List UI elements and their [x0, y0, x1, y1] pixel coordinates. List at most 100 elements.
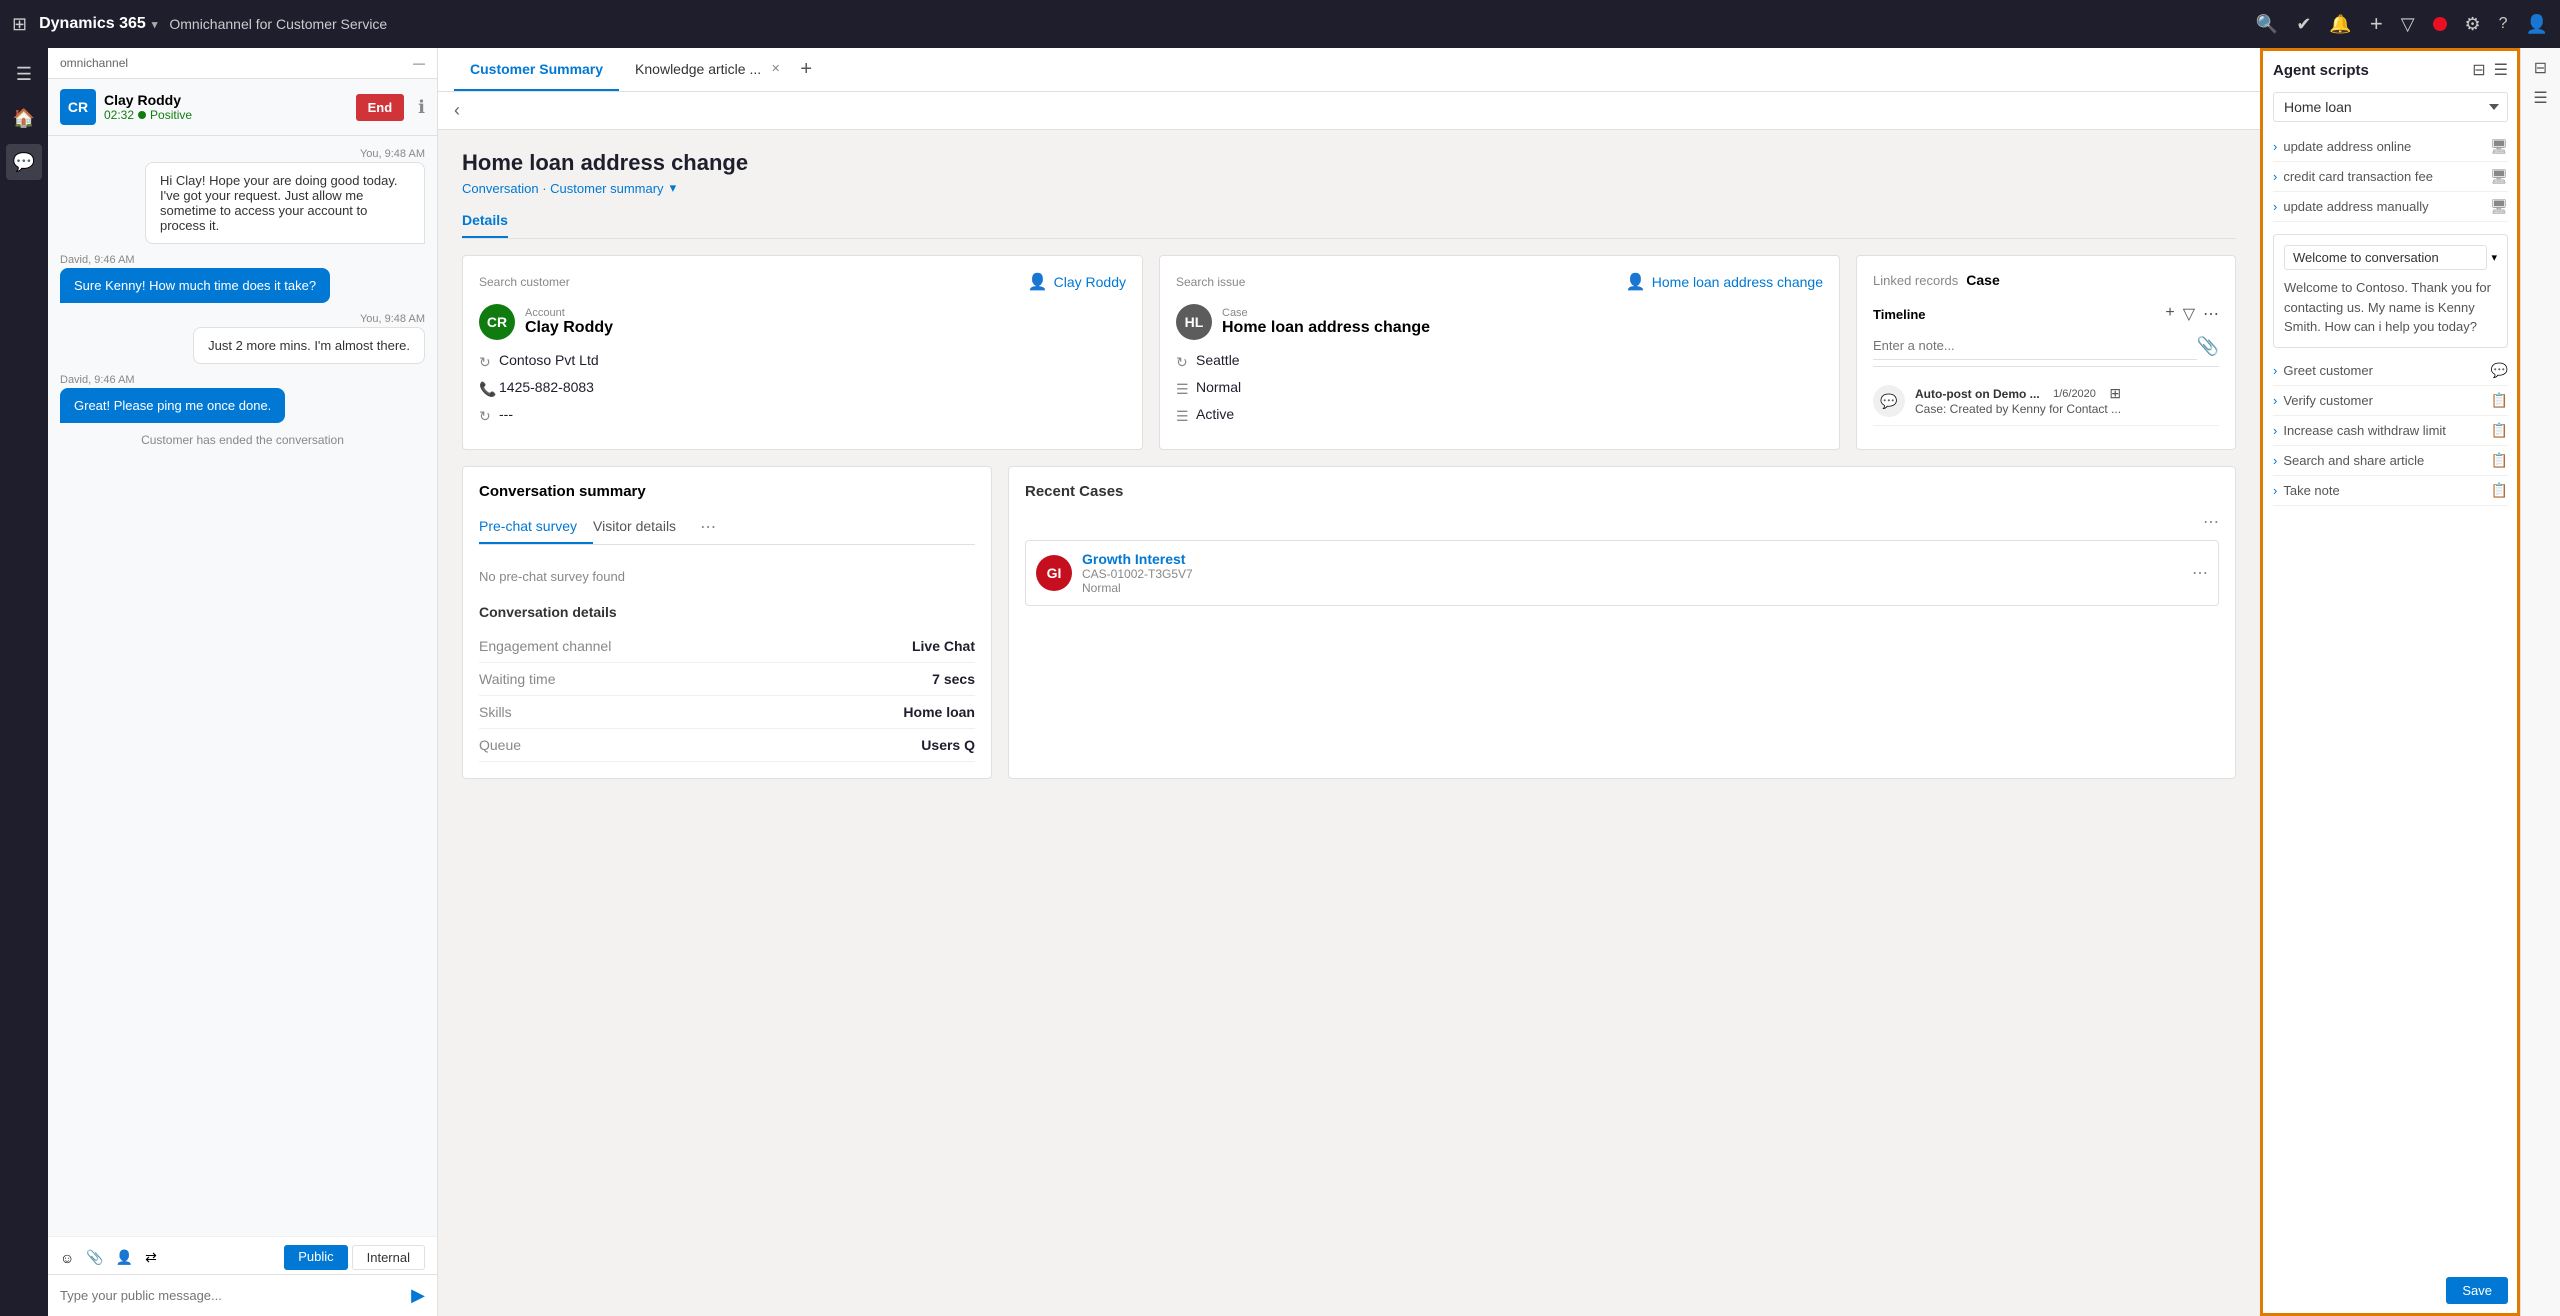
script-item-caret-3: › — [2273, 199, 2277, 214]
person-icon[interactable]: 👤 — [116, 1249, 133, 1266]
contact-name: Clay Roddy — [104, 92, 348, 108]
welcome-script-text: Welcome to Contoso. Thank you for contac… — [2284, 278, 2497, 337]
conv-detail-row-1: Engagement channel Live Chat — [479, 630, 975, 663]
phone-icon: 📞 — [479, 381, 499, 398]
conv-tab-pre-chat[interactable]: Pre-chat survey — [479, 510, 593, 544]
user-icon[interactable]: 👤 — [2526, 14, 2548, 35]
timeline-title: Timeline — [1873, 307, 1926, 322]
conv-detail-row-2: Waiting time 7 secs — [479, 663, 975, 696]
sub-icon-4[interactable]: 📋 — [2491, 452, 2508, 469]
add-tab-button[interactable]: + — [800, 58, 812, 81]
msg-time-1: You, 9:48 AM — [145, 148, 425, 160]
conv-tabs-more-icon[interactable]: ⋯ — [700, 517, 716, 537]
script-selector[interactable]: Home loan — [2273, 92, 2508, 122]
script-item-update-online[interactable]: › update address online 🖥 — [2273, 132, 2508, 162]
send-button[interactable]: ▶ — [411, 1285, 425, 1306]
agent-panel-collapse-icon[interactable]: ⊟ — [2472, 60, 2485, 80]
script-item-caret-1: › — [2273, 139, 2277, 154]
linked-records-card: Linked records Case Timeline + ▽ ⋯ 📎 — [1856, 255, 2236, 450]
sub-icon-2[interactable]: 📋 — [2491, 392, 2508, 409]
add-icon[interactable]: + — [2370, 11, 2383, 37]
recent-cases-card: Recent Cases ⋯ GI Growth Interest CAS-01… — [1008, 466, 2236, 779]
filter-icon[interactable]: ▽ — [2401, 14, 2415, 35]
right-edge-collapse-icon[interactable]: ⊟ — [2534, 58, 2547, 78]
chat-input[interactable] — [60, 1288, 403, 1303]
detail-tab-details[interactable]: Details — [462, 212, 508, 238]
back-button[interactable]: ‹ — [454, 100, 460, 121]
note-input[interactable] — [1873, 332, 2197, 360]
emoji-icon[interactable]: ☺ — [60, 1250, 74, 1266]
tab-knowledge-article[interactable]: Knowledge article ... ✕ — [619, 49, 796, 91]
case-item-more-icon-1[interactable]: ⋯ — [2192, 563, 2208, 583]
waffle-icon[interactable]: ⊞ — [12, 14, 27, 35]
sub-script-take-note[interactable]: › Take note 📋 — [2273, 476, 2508, 506]
timeline-item-expand-icon[interactable]: ⊞ — [2109, 385, 2121, 402]
timeline-add-icon[interactable]: + — [2165, 304, 2174, 324]
org-name-label: Omnichannel for Customer Service — [169, 16, 387, 32]
app-name-label: Dynamics 365 — [39, 15, 146, 33]
case-link[interactable]: 👤 Home loan address change — [1626, 272, 1823, 292]
close-tab-icon[interactable]: ✕ — [771, 62, 780, 75]
conv-detail-value-3: Home loan — [903, 704, 975, 720]
script-item-icon-1[interactable]: 🖥 — [2490, 138, 2508, 155]
sub-script-items-list: › Greet customer 💬 › Verify customer 📋 ›… — [2273, 356, 2508, 506]
recent-cases-more-icon[interactable]: ⋯ — [2203, 512, 2219, 532]
sidebar-menu-icon[interactable]: ☰ — [6, 56, 42, 92]
timeline-filter-icon[interactable]: ▽ — [2183, 304, 2195, 324]
agent-panel-list-icon[interactable]: ☰ — [2494, 60, 2508, 80]
app-name-caret[interactable]: ▾ — [152, 18, 158, 31]
checkmark-icon[interactable]: ✔ — [2296, 14, 2311, 35]
msg-time-3: You, 9:48 AM — [193, 313, 425, 325]
case-location-row: ↻ Seattle — [1176, 352, 1823, 371]
sub-caret-2: › — [2273, 393, 2277, 408]
sub-script-greet[interactable]: › Greet customer 💬 — [2273, 356, 2508, 386]
public-tab[interactable]: Public — [284, 1245, 347, 1270]
customer-link[interactable]: 👤 Clay Roddy — [1028, 272, 1126, 292]
contact-info-icon[interactable]: ℹ — [418, 97, 425, 118]
end-conversation-button[interactable]: End — [356, 94, 405, 121]
attachment-note-icon[interactable]: 📎 — [2197, 336, 2219, 357]
sub-script-verify[interactable]: › Verify customer 📋 — [2273, 386, 2508, 416]
company-icon: ↻ — [479, 354, 499, 371]
conv-tab-visitor[interactable]: Visitor details — [593, 510, 692, 544]
system-message: Customer has ended the conversation — [60, 433, 425, 447]
case-priority: Normal — [1196, 379, 1241, 395]
chat-input-area: ▶ — [48, 1274, 437, 1316]
timeline-more-icon[interactable]: ⋯ — [2203, 304, 2219, 324]
msg-bubble-1: Hi Clay! Hope your are doing good today.… — [145, 162, 425, 244]
agent-panel-title: Agent scripts — [2273, 62, 2369, 79]
attachment-icon[interactable]: 📎 — [86, 1249, 103, 1266]
script-item-credit-card[interactable]: › credit card transaction fee 🖥 — [2273, 162, 2508, 192]
left-sidebar: ☰ 🏠 💬 — [0, 48, 48, 1316]
sub-script-increase-limit[interactable]: › Increase cash withdraw limit 📋 — [2273, 416, 2508, 446]
sub-icon-3[interactable]: 📋 — [2491, 422, 2508, 439]
script-item-update-manual[interactable]: › update address manually 🖥 — [2273, 192, 2508, 222]
sub-icon-5[interactable]: 📋 — [2491, 482, 2508, 499]
search-icon[interactable]: 🔍 — [2256, 14, 2278, 35]
top-nav-icons: 🔍 ✔ 🔔 + ▽ ⚙ ? 👤 — [2256, 11, 2548, 37]
sidebar-home-icon[interactable]: 🏠 — [6, 100, 42, 136]
sub-icon-1[interactable]: 💬 — [2491, 362, 2508, 379]
transfer-icon[interactable]: ⇄ — [145, 1249, 157, 1266]
sidebar-chat-icon[interactable]: 💬 — [6, 144, 42, 180]
status-icon: ☰ — [1176, 408, 1196, 425]
settings-icon[interactable]: ⚙ — [2465, 14, 2481, 35]
case-item-name-1[interactable]: Growth Interest — [1082, 551, 2182, 567]
sub-script-search-article[interactable]: › Search and share article 📋 — [2273, 446, 2508, 476]
welcome-script-selector[interactable]: Welcome to conversation — [2284, 245, 2487, 270]
tab-customer-summary[interactable]: Customer Summary — [454, 49, 619, 91]
case-avatar: HL — [1176, 304, 1212, 340]
save-button[interactable]: Save — [2446, 1277, 2508, 1304]
bell-icon[interactable]: 🔔 — [2329, 14, 2351, 35]
priority-icon: ☰ — [1176, 381, 1196, 398]
right-edge-list-icon[interactable]: ☰ — [2533, 88, 2547, 108]
minimize-chat-icon[interactable]: — — [413, 56, 425, 70]
customer-name: Clay Roddy — [525, 319, 613, 337]
chat-messages: You, 9:48 AM Hi Clay! Hope your are doin… — [48, 136, 437, 1236]
page-subtitle[interactable]: Conversation · Customer summary ▾ — [462, 180, 2236, 196]
internal-tab[interactable]: Internal — [352, 1245, 425, 1270]
conv-detail-label-2: Waiting time — [479, 671, 556, 687]
script-item-icon-2[interactable]: 🖥 — [2490, 168, 2508, 185]
script-item-icon-3[interactable]: 🖥 — [2490, 198, 2508, 215]
help-icon[interactable]: ? — [2499, 15, 2508, 33]
